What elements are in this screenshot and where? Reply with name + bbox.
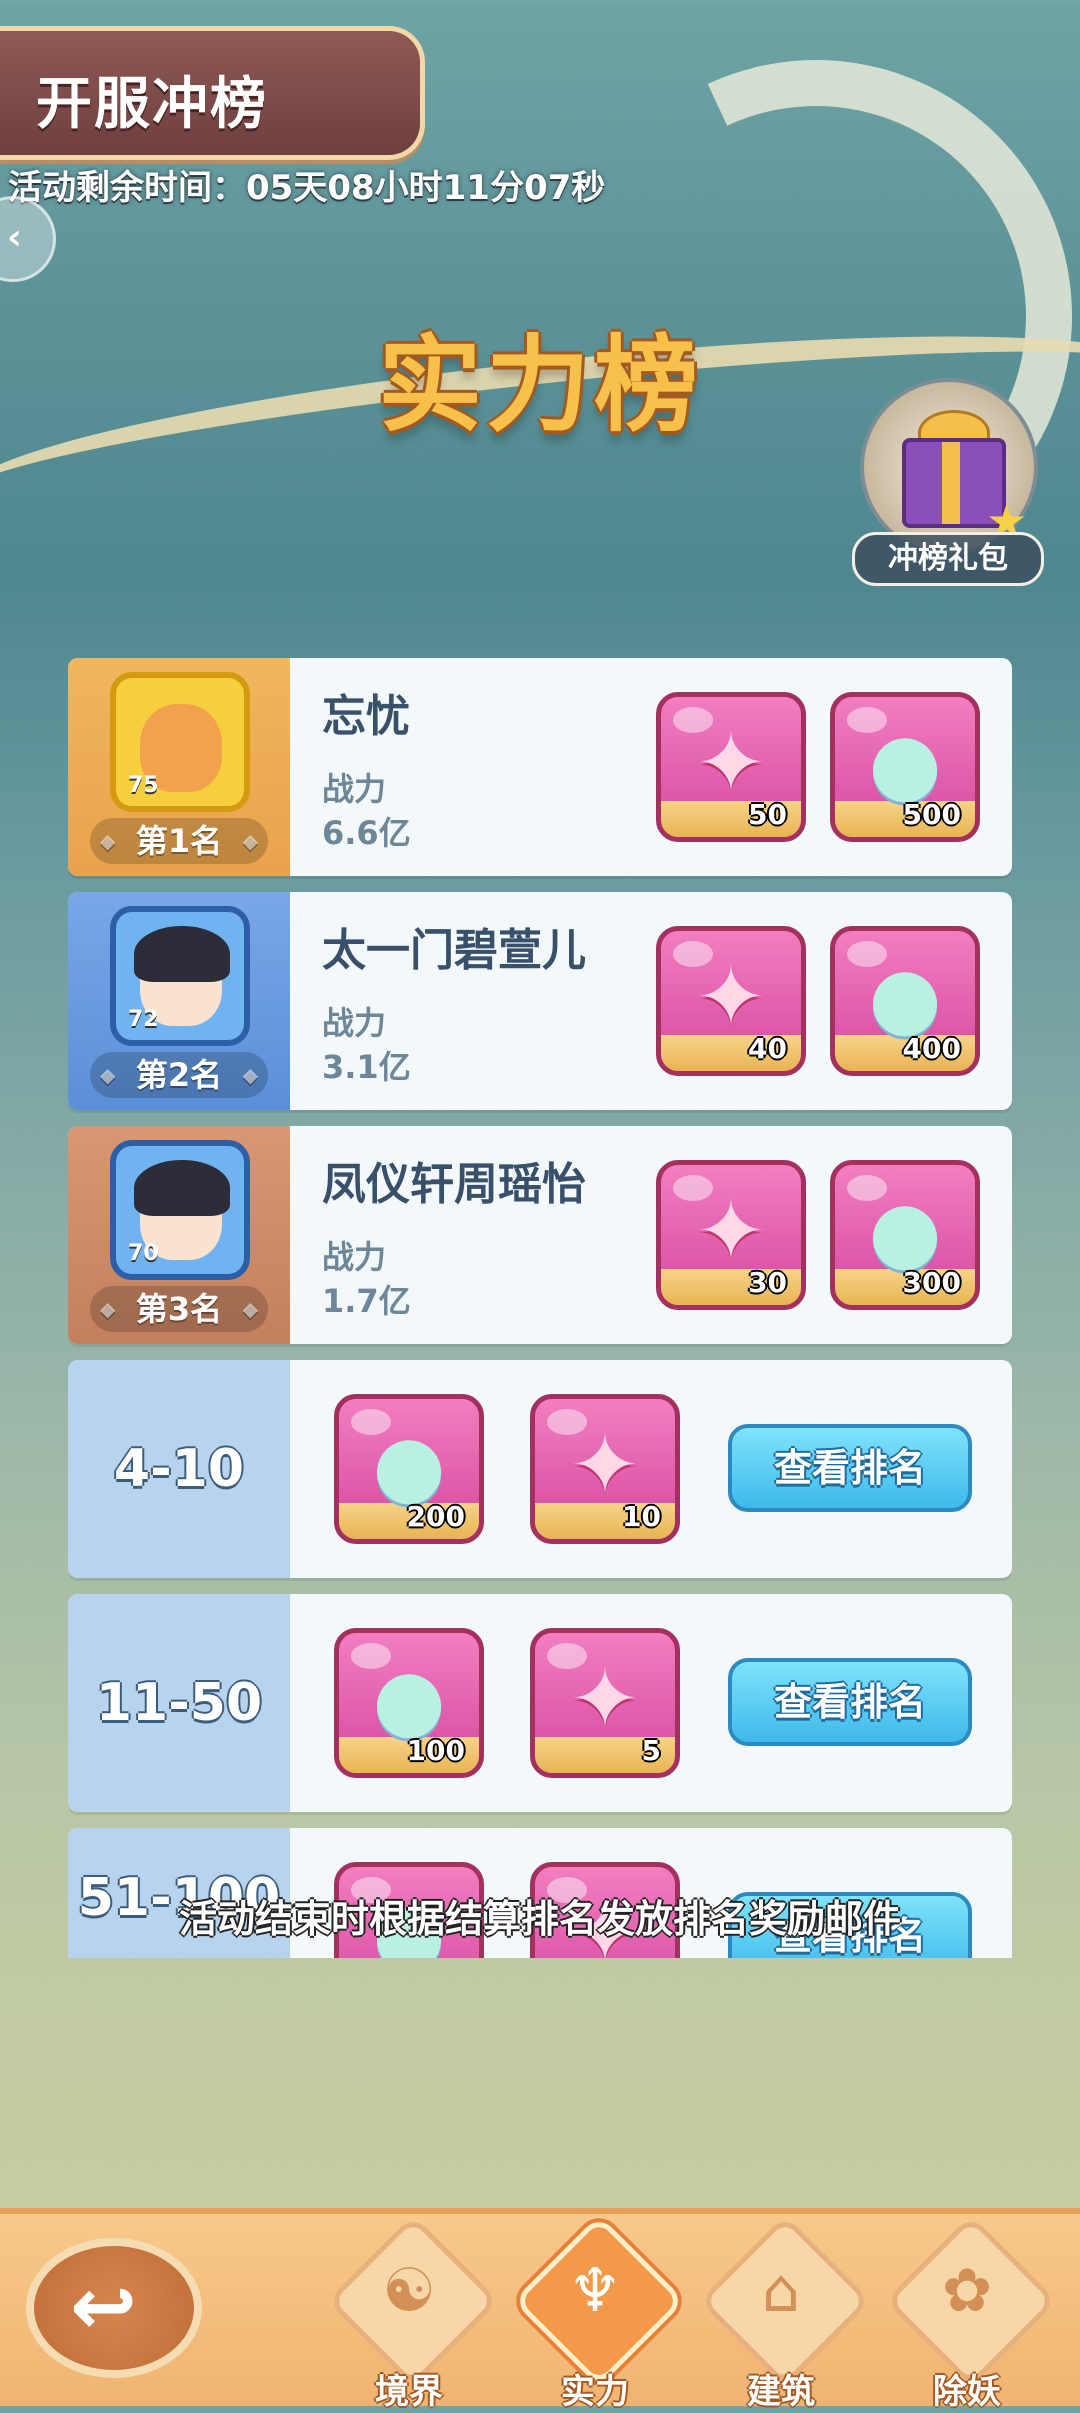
item-quantity: 5 [641, 1734, 661, 1767]
reward-fruit-item[interactable]: ● 100 [334, 1628, 484, 1778]
avatar[interactable]: 75 [110, 672, 250, 812]
chevron-left-icon: ‹ [7, 217, 22, 258]
puzzle-icon: ✦ [695, 714, 767, 812]
hair-shape [134, 1160, 230, 1216]
event-banner: 开服冲榜 [0, 26, 425, 160]
rank-label: 第3名 [90, 1286, 268, 1332]
rank-panel: 75 第1名 [68, 658, 290, 876]
tab-label: 实力 [561, 2372, 629, 2412]
rank-panel: 72 第2名 [68, 892, 290, 1110]
player-level: 75 [128, 773, 159, 798]
rank-label: 第2名 [90, 1052, 268, 1098]
item-quantity: 30 [748, 1266, 787, 1299]
fruit-icon: ● [372, 1650, 446, 1748]
tab-label: 建筑 [747, 2372, 815, 2412]
reward-fruit-item[interactable]: ● 300 [830, 1160, 980, 1310]
rank-range-label: 11-50 [95, 1673, 263, 1733]
reward-fruit-item[interactable]: ● 200 [334, 1394, 484, 1544]
fruit-icon: ● [868, 714, 942, 812]
reward-puzzle-item[interactable]: ✦ 40 [656, 926, 806, 1076]
reward-fruit-item[interactable]: ● 400 [830, 926, 980, 1076]
reward-puzzle-item[interactable]: ✦ 5 [530, 1628, 680, 1778]
reward-puzzle-item[interactable]: ✦ 30 [656, 1160, 806, 1310]
rank-panel: 11-50 [68, 1594, 290, 1812]
avatar[interactable]: 72 [110, 906, 250, 1046]
power-label: 战力 [322, 1004, 387, 1042]
pagoda-icon: ⌂ [761, 2256, 801, 2326]
puzzle-icon: ✦ [695, 948, 767, 1046]
item-quantity: 500 [902, 798, 961, 831]
ranking-list[interactable]: 75 第1名 忘忧 战力 6.6亿 ✦ 50 ● 500 72 第2名 太一门碧… [68, 658, 1012, 1958]
paw-icon: ✿ [941, 2256, 993, 2326]
item-quantity: 40 [748, 1032, 787, 1065]
power-value: 1.7亿 [322, 1282, 411, 1320]
reward-puzzle-item[interactable]: ✦ 50 [656, 692, 806, 842]
rank-row-3: 70 第3名 凤仪轩周瑶怡 战力 1.7亿 ✦ 30 ● 300 [68, 1126, 1012, 1344]
hair-shape [134, 926, 230, 982]
tab-building[interactable]: ⌂ 建筑 [698, 2214, 872, 2412]
puzzle-icon: ✦ [569, 1650, 641, 1748]
avatar[interactable]: 70 [110, 1140, 250, 1280]
rank-range-label: 4-10 [113, 1439, 245, 1499]
banner-title: 开服冲榜 [36, 72, 268, 137]
item-quantity: 400 [902, 1032, 961, 1065]
tab-realm[interactable]: ☯ 境界 [326, 2214, 500, 2412]
back-arrow-icon: ↩ [70, 2260, 138, 2353]
tab-power[interactable]: ♆ 实力 [512, 2214, 686, 2412]
fruit-icon: ● [372, 1416, 446, 1514]
puzzle-icon: ✦ [569, 1416, 641, 1514]
rank-label: 第1名 [90, 818, 268, 864]
event-timer: 活动剩余时间：05天08小时11分07秒 [8, 168, 606, 208]
item-quantity: 50 [748, 798, 787, 831]
rank-panel: 4-10 [68, 1360, 290, 1578]
rank-range-row: 11-50 ● 100 ✦ 5 查看排名 [68, 1594, 1012, 1812]
trident-icon: ♆ [568, 2256, 622, 2326]
gift-pack-label: 冲榜礼包 [852, 532, 1044, 586]
puzzle-icon: ✦ [695, 1182, 767, 1280]
item-quantity: 10 [622, 1500, 661, 1533]
yinyang-icon: ☯ [382, 2256, 436, 2326]
player-name: 凤仪轩周瑶怡 [322, 1159, 586, 1210]
tab-demon-slay[interactable]: ✿ 除妖 [884, 2214, 1058, 2412]
reward-puzzle-item[interactable]: ✦ 10 [530, 1394, 680, 1544]
rank-row-1: 75 第1名 忘忧 战力 6.6亿 ✦ 50 ● 500 [68, 658, 1012, 876]
player-level: 72 [128, 1007, 159, 1032]
item-quantity: 100 [406, 1734, 465, 1767]
bottom-nav: ↩ ☯ 境界 ♆ 实力 ⌂ 建筑 ✿ 除妖 [0, 2208, 1080, 2412]
view-ranking-button[interactable]: 查看排名 [728, 1424, 972, 1512]
power-value: 6.6亿 [322, 814, 411, 852]
player-name: 忘忧 [322, 691, 410, 742]
view-ranking-button[interactable]: 查看排名 [728, 1658, 972, 1746]
power-label: 战力 [322, 770, 387, 808]
reward-notice: 活动结束时根据结算排名发放排名奖励邮件 [178, 1897, 901, 1941]
item-quantity: 200 [406, 1500, 465, 1533]
item-quantity: 300 [902, 1266, 961, 1299]
power-label: 战力 [322, 1238, 387, 1276]
gift-pack-button[interactable]: ★ 冲榜礼包 [852, 378, 1044, 586]
power-value: 3.1亿 [322, 1048, 411, 1086]
tab-label: 除妖 [933, 2372, 1001, 2412]
rank-range-row: 4-10 ● 200 ✦ 10 查看排名 [68, 1360, 1012, 1578]
fruit-icon: ● [868, 1182, 942, 1280]
rank-row-2: 72 第2名 太一门碧萱儿 战力 3.1亿 ✦ 40 ● 400 [68, 892, 1012, 1110]
gift-icon-frame: ★ [860, 378, 1038, 556]
reward-fruit-item[interactable]: ● 500 [830, 692, 980, 842]
rank-panel: 70 第3名 [68, 1126, 290, 1344]
player-name: 太一门碧萱儿 [322, 925, 586, 976]
fruit-icon: ● [868, 948, 942, 1046]
back-button[interactable]: ↩ [26, 2238, 202, 2378]
player-level: 70 [128, 1241, 159, 1266]
tab-label: 境界 [375, 2372, 443, 2412]
